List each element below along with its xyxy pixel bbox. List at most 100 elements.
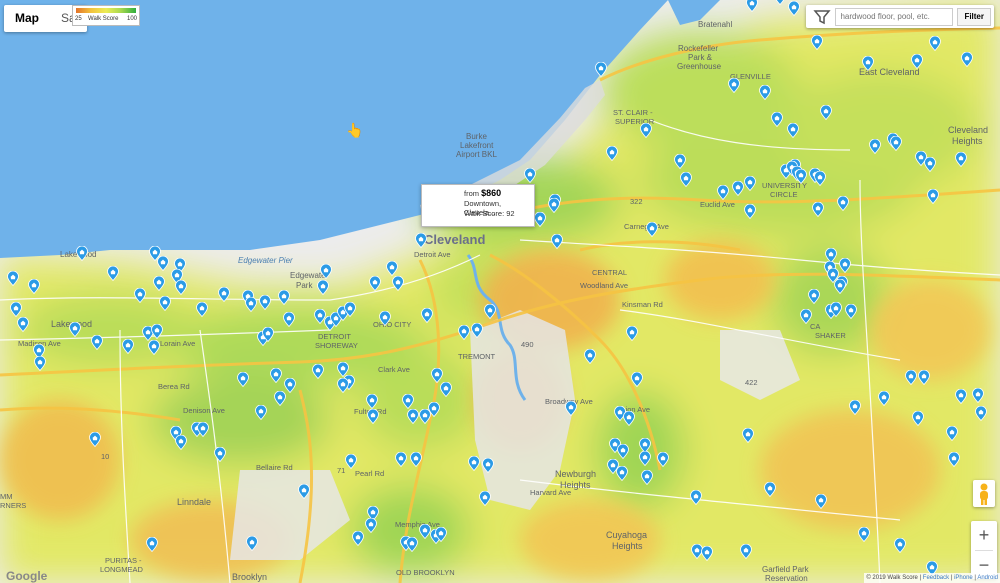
listing-pin-icon[interactable]: [744, 204, 756, 219]
listing-pin-icon[interactable]: [623, 411, 635, 426]
listing-pin-icon[interactable]: [657, 452, 669, 467]
listing-pin-icon[interactable]: [774, 0, 786, 5]
listing-pin-icon[interactable]: [345, 454, 357, 469]
listing-pin-icon[interactable]: [788, 1, 800, 16]
listing-pin-icon[interactable]: [344, 302, 356, 317]
listing-pin-icon[interactable]: [458, 325, 470, 340]
listing-pin-icon[interactable]: [811, 35, 823, 50]
listing-pin-icon[interactable]: [255, 405, 267, 420]
listing-pin-icon[interactable]: [7, 271, 19, 286]
listing-pin-icon[interactable]: [262, 327, 274, 342]
listing-pin-icon[interactable]: [196, 302, 208, 317]
listing-pin-icon[interactable]: [428, 402, 440, 417]
listing-pin-icon[interactable]: [534, 212, 546, 227]
filter-search-input[interactable]: [835, 7, 954, 26]
listing-pin-icon[interactable]: [787, 123, 799, 138]
listing-pin-icon[interactable]: [386, 261, 398, 276]
tab-map[interactable]: Map: [4, 5, 50, 32]
listing-pin-icon[interactable]: [366, 394, 378, 409]
listing-pin-icon[interactable]: [153, 276, 165, 291]
listing-pin-icon[interactable]: [800, 309, 812, 324]
listing-pin-icon[interactable]: [34, 356, 46, 371]
listing-pin-icon[interactable]: [352, 531, 364, 546]
listing-pin-icon[interactable]: [278, 290, 290, 305]
android-link[interactable]: Android: [977, 575, 998, 581]
listing-pin-icon[interactable]: [808, 289, 820, 304]
listing-pin-icon[interactable]: [246, 536, 258, 551]
listing-pin-icon[interactable]: [764, 482, 776, 497]
listing-pin-icon[interactable]: [197, 422, 209, 437]
listing-pin-icon[interactable]: [89, 432, 101, 447]
listing-pin-icon[interactable]: [369, 276, 381, 291]
listing-pin-icon[interactable]: [320, 264, 332, 279]
street-view-pegman-icon[interactable]: [973, 480, 995, 507]
listing-pin-icon[interactable]: [918, 370, 930, 385]
listing-pin-icon[interactable]: [834, 279, 846, 294]
listing-pin-icon[interactable]: [646, 222, 658, 237]
listing-pin-icon[interactable]: [312, 364, 324, 379]
listing-pin-icon[interactable]: [890, 136, 902, 151]
listing-pin-icon[interactable]: [912, 411, 924, 426]
listing-pin-icon[interactable]: [402, 394, 414, 409]
listing-pin-icon[interactable]: [631, 372, 643, 387]
listing-pin-icon[interactable]: [701, 546, 713, 561]
listing-pin-icon[interactable]: [259, 295, 271, 310]
listing-pin-icon[interactable]: [245, 297, 257, 312]
listing-pin-icon[interactable]: [410, 452, 422, 467]
listing-pin-icon[interactable]: [69, 322, 81, 337]
listing-pin-icon[interactable]: [845, 304, 857, 319]
listing-pin-icon[interactable]: [214, 447, 226, 462]
listing-pin-icon[interactable]: [482, 458, 494, 473]
listing-pin-icon[interactable]: [905, 370, 917, 385]
listing-pin-icon[interactable]: [146, 537, 158, 552]
listing-pin-icon[interactable]: [484, 304, 496, 319]
listing-pin-icon[interactable]: [680, 172, 692, 187]
listing-pin-icon[interactable]: [740, 544, 752, 559]
listing-pin-icon[interactable]: [148, 340, 160, 355]
listing-pin-icon[interactable]: [674, 154, 686, 169]
listing-pin-icon[interactable]: [551, 234, 563, 249]
walk-score-map[interactable]: [0, 0, 1000, 583]
listing-pin-icon[interactable]: [421, 308, 433, 323]
listing-pin-icon[interactable]: [640, 123, 652, 138]
listing-pin-icon[interactable]: [759, 85, 771, 100]
listing-pin-icon[interactable]: [28, 279, 40, 294]
listing-pin-icon[interactable]: [415, 233, 427, 248]
listing-pin-icon[interactable]: [595, 62, 607, 77]
listing-pin-icon[interactable]: [157, 256, 169, 271]
listing-pin-icon[interactable]: [894, 538, 906, 553]
listing-pin-icon[interactable]: [815, 494, 827, 509]
listing-pin-icon[interactable]: [820, 105, 832, 120]
listing-pin-icon[interactable]: [927, 189, 939, 204]
listing-pin-icon[interactable]: [728, 78, 740, 93]
listing-pin-icon[interactable]: [406, 537, 418, 552]
listing-pin-icon[interactable]: [946, 426, 958, 441]
listing-pin-icon[interactable]: [690, 490, 702, 505]
listing-pin-icon[interactable]: [468, 456, 480, 471]
listing-pin-icon[interactable]: [76, 246, 88, 261]
listing-pin-icon[interactable]: [548, 198, 560, 213]
listing-pin-icon[interactable]: [107, 266, 119, 281]
listing-pin-icon[interactable]: [869, 139, 881, 154]
listing-pin-icon[interactable]: [151, 324, 163, 339]
listing-pin-icon[interactable]: [565, 401, 577, 416]
listing-pin-icon[interactable]: [317, 280, 329, 295]
listing-pin-icon[interactable]: [626, 326, 638, 341]
zoom-in-button[interactable]: +: [971, 521, 997, 550]
listing-pin-icon[interactable]: [849, 400, 861, 415]
listing-pin-icon[interactable]: [298, 484, 310, 499]
listing-pin-icon[interactable]: [175, 280, 187, 295]
listing-pin-icon[interactable]: [606, 146, 618, 161]
listing-pin-icon[interactable]: [929, 36, 941, 51]
listing-pin-icon[interactable]: [955, 389, 967, 404]
listing-pin-icon[interactable]: [407, 409, 419, 424]
listing-pin-icon[interactable]: [17, 317, 29, 332]
listing-pin-icon[interactable]: [431, 368, 443, 383]
listing-pin-icon[interactable]: [732, 181, 744, 196]
filter-button[interactable]: Filter: [957, 7, 991, 26]
listing-pin-icon[interactable]: [392, 276, 404, 291]
listing-pin-icon[interactable]: [617, 444, 629, 459]
listing-pin-icon[interactable]: [10, 302, 22, 317]
listing-popup[interactable]: from $860 Downtown, Clevela... Walk Scor…: [421, 184, 535, 227]
listing-pin-icon[interactable]: [440, 382, 452, 397]
